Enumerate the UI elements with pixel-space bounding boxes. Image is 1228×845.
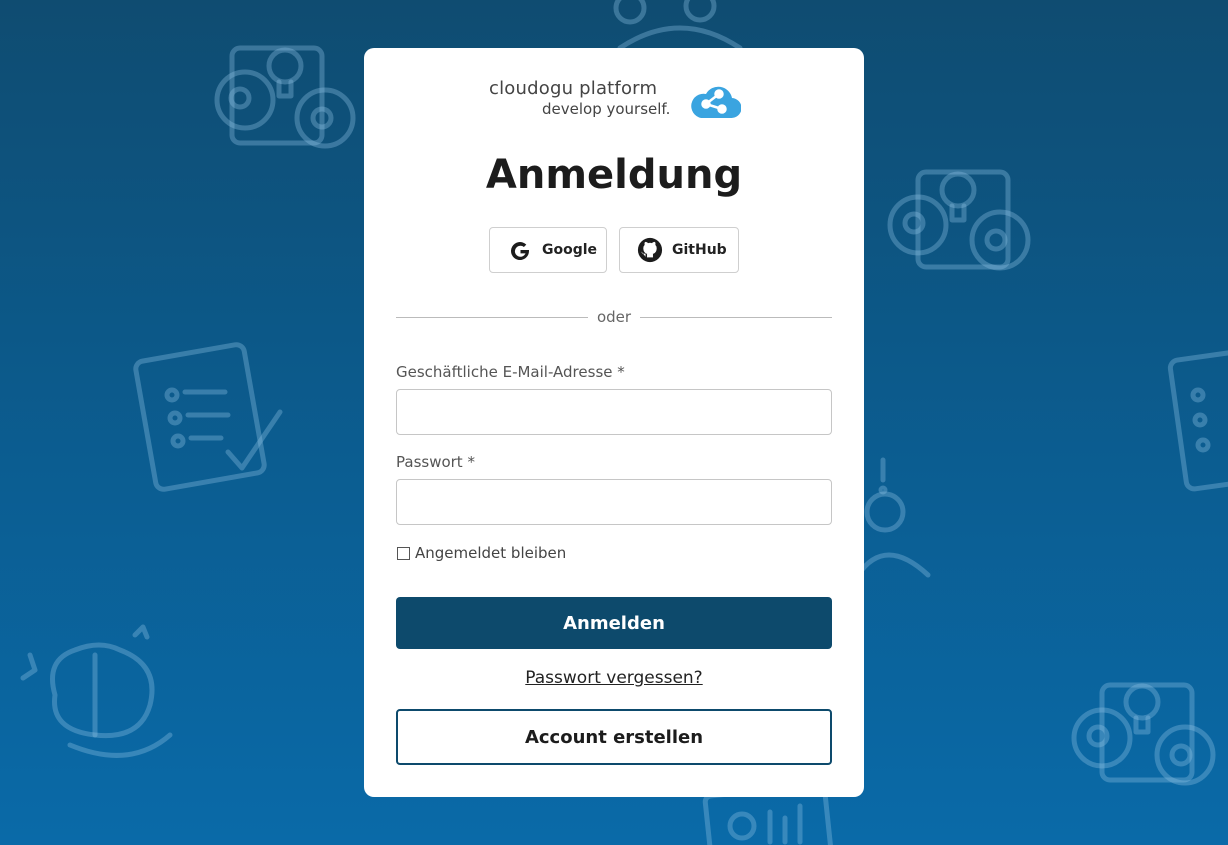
remember-me-label: Angemeldet bleiben [415, 544, 567, 562]
page-title: Anmeldung [485, 152, 743, 198]
remember-me-checkbox[interactable]: Angemeldet bleiben [396, 544, 566, 562]
create-account-button[interactable]: Account erstellen [396, 709, 832, 765]
cloud-share-icon [691, 86, 741, 119]
google-login-button[interactable]: Google [489, 227, 607, 273]
checklist-illustration-right [1167, 348, 1228, 492]
checklist-illustration-left [133, 342, 283, 492]
email-field[interactable] [396, 389, 832, 435]
team-illustration-top [613, 0, 743, 51]
forgot-password-link[interactable]: Passwort vergessen? [364, 668, 864, 688]
google-icon [507, 237, 533, 263]
person-illustration-center-right [855, 457, 931, 578]
github-icon [637, 237, 663, 263]
login-card: cloudogu platform develop yourself. Anme… [364, 48, 864, 797]
brainstorm-illustration-bottom-right [1071, 682, 1216, 786]
divider-line-right [640, 317, 832, 318]
logo-name: cloudogu platform [489, 78, 658, 99]
cloudogu-logo: cloudogu platform develop yourself. [489, 78, 741, 122]
or-divider: oder [396, 306, 832, 328]
password-label: Passwort * [396, 453, 475, 471]
login-button[interactable]: Anmelden [396, 597, 832, 649]
brainstorm-illustration-right [887, 169, 1031, 271]
github-login-label: GitHub [672, 242, 727, 258]
github-login-button[interactable]: GitHub [619, 227, 739, 273]
brain-illustration-bottom-left [20, 624, 173, 758]
password-field[interactable] [396, 479, 832, 525]
logo-tagline: develop yourself. [542, 100, 671, 118]
brainstorm-illustration-top-left [214, 45, 356, 149]
checkbox-square[interactable] [397, 546, 410, 560]
email-label: Geschäftliche E-Mail-Adresse * [396, 363, 625, 381]
google-login-label: Google [542, 242, 598, 258]
